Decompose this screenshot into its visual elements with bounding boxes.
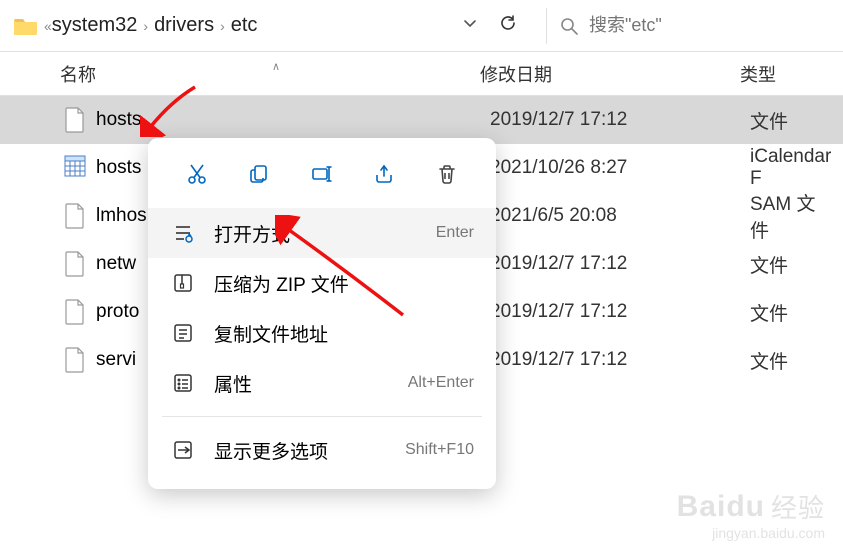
column-headers: ∧ 名称 修改日期 类型 xyxy=(0,52,843,96)
search-box[interactable] xyxy=(546,8,835,44)
column-header-name[interactable]: 名称 xyxy=(60,61,480,87)
delete-button[interactable] xyxy=(426,154,468,194)
context-menu-item[interactable]: 打开方式Enter xyxy=(148,208,496,258)
ical-icon xyxy=(64,155,86,181)
context-menu-label: 属性 xyxy=(214,370,408,397)
file-icon xyxy=(64,107,86,133)
context-menu-label: 显示更多选项 xyxy=(214,437,405,464)
search-input[interactable] xyxy=(589,15,823,36)
zip-icon xyxy=(170,270,196,296)
column-header-type[interactable]: 类型 xyxy=(740,61,829,87)
context-menu-divider xyxy=(162,416,482,417)
copy-path-icon xyxy=(170,320,196,346)
search-icon xyxy=(559,16,579,36)
file-type: SAM 文件 xyxy=(750,189,829,243)
context-menu-shortcut: Enter xyxy=(436,224,474,242)
breadcrumb-item[interactable]: drivers xyxy=(154,14,214,37)
breadcrumb-item[interactable]: system32 xyxy=(52,14,138,37)
open-with-icon xyxy=(170,220,196,246)
context-menu-shortcut: Shift+F10 xyxy=(405,441,474,459)
context-menu-label: 复制文件地址 xyxy=(214,320,474,347)
column-header-date[interactable]: 修改日期 xyxy=(480,61,740,87)
file-date: 2021/10/26 8:27 xyxy=(490,157,750,179)
context-menu: 打开方式Enter压缩为 ZIP 文件复制文件地址属性Alt+Enter 显示更… xyxy=(148,138,496,489)
cut-button[interactable] xyxy=(176,154,218,194)
file-type: 文件 xyxy=(750,251,829,278)
context-menu-label: 打开方式 xyxy=(214,220,436,247)
sort-indicator-icon: ∧ xyxy=(272,60,280,73)
file-row[interactable]: hosts2019/12/7 17:12文件 xyxy=(0,96,843,144)
folder-icon xyxy=(14,16,38,36)
file-icon xyxy=(64,251,86,277)
path-dropdown-button[interactable] xyxy=(452,11,488,40)
chevron-right-icon: › xyxy=(143,18,148,34)
file-type: iCalendar F xyxy=(750,146,831,190)
share-button[interactable] xyxy=(363,154,405,194)
file-date: 2019/12/7 17:12 xyxy=(490,349,750,371)
context-menu-label: 压缩为 ZIP 文件 xyxy=(214,270,474,297)
watermark: Baidu经验 jingyan.baidu.com xyxy=(677,488,825,541)
breadcrumb-area: « system32 › drivers › etc xyxy=(8,9,528,42)
properties-icon xyxy=(170,370,196,396)
file-type: 文件 xyxy=(750,299,829,326)
file-icon xyxy=(64,347,86,373)
context-menu-shortcut: Alt+Enter xyxy=(408,374,474,392)
file-date: 2019/12/7 17:12 xyxy=(490,301,750,323)
context-menu-item[interactable]: 属性Alt+Enter xyxy=(148,358,496,408)
breadcrumb-sep: « xyxy=(44,18,52,34)
breadcrumb-item[interactable]: etc xyxy=(231,14,258,37)
copy-button[interactable] xyxy=(239,154,281,194)
context-menu-item[interactable]: 复制文件地址 xyxy=(148,308,496,358)
file-type: 文件 xyxy=(750,107,829,134)
show-more-icon xyxy=(170,437,196,463)
file-type: 文件 xyxy=(750,347,829,374)
file-date: 2021/6/5 20:08 xyxy=(490,205,750,227)
rename-button[interactable] xyxy=(301,154,343,194)
context-menu-action-row xyxy=(148,148,496,208)
file-icon xyxy=(64,299,86,325)
chevron-right-icon: › xyxy=(220,18,225,34)
file-date: 2019/12/7 17:12 xyxy=(490,253,750,275)
context-menu-item[interactable]: 压缩为 ZIP 文件 xyxy=(148,258,496,308)
file-date: 2019/12/7 17:12 xyxy=(490,109,750,131)
context-menu-show-more[interactable]: 显示更多选项 Shift+F10 xyxy=(148,425,496,475)
file-icon xyxy=(64,203,86,229)
address-toolbar: « system32 › drivers › etc xyxy=(0,0,843,52)
refresh-button[interactable] xyxy=(488,9,528,42)
breadcrumb: system32 › drivers › etc xyxy=(52,14,258,37)
file-name: hosts xyxy=(96,109,490,131)
